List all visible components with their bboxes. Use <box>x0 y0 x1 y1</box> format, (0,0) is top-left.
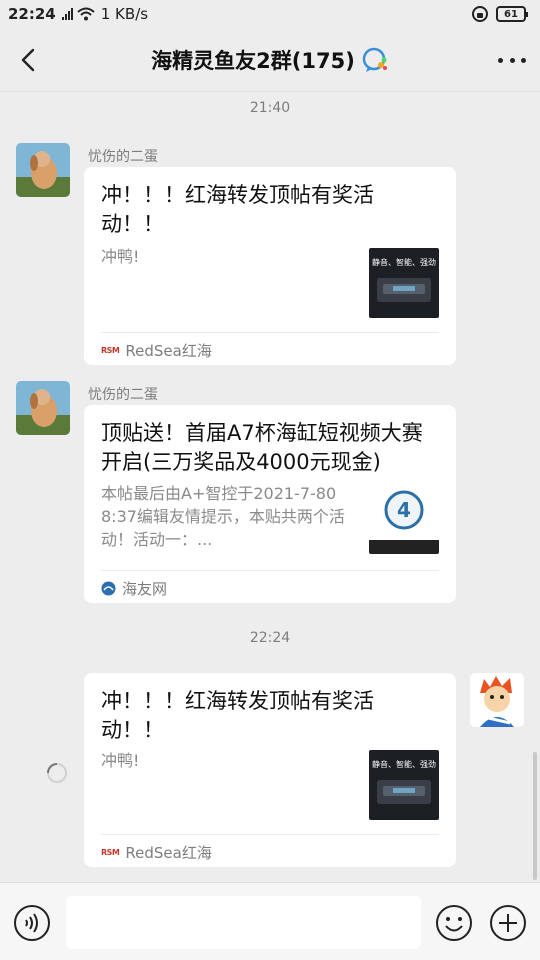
card-source: 海友网 <box>101 578 167 599</box>
card-description: 本帖最后由A+智控于2021-7-808:37编辑友情提示，本贴共两个活动！活动… <box>101 484 345 549</box>
my-avatar[interactable] <box>470 673 524 727</box>
group-chat-icon <box>362 47 387 72</box>
card-description: 冲鸭! <box>101 751 140 770</box>
sender-avatar[interactable] <box>16 381 70 435</box>
card-thumbnail: 4 <box>369 484 439 554</box>
voice-input-icon[interactable] <box>13 904 51 942</box>
chat-header: 海精灵鱼友2群(175) <box>0 28 540 92</box>
status-bar: 22:24 1 KB/s 61 <box>0 0 540 28</box>
rotation-lock-icon <box>472 6 488 22</box>
message-timestamp: 21:40 <box>249 100 291 116</box>
card-source: RSM RedSea红海 <box>101 340 212 361</box>
battery-icon: 61 <box>496 6 528 22</box>
svg-text:4: 4 <box>397 498 411 522</box>
back-arrow-icon[interactable] <box>16 46 44 74</box>
network-speed: 1 KB/s <box>100 5 149 23</box>
group-name: 海精灵鱼友2群(175) <box>151 48 355 73</box>
card-title: 顶贴送！首届A7杯海缸短视频大赛开启(三万奖品及4000元现金) <box>101 421 423 474</box>
thumbnail-text: 静音、智能、强劲 <box>372 760 436 769</box>
emoji-icon[interactable] <box>435 904 473 942</box>
chat-title: 海精灵鱼友2群(175) <box>151 45 389 75</box>
message-input[interactable] <box>66 896 421 949</box>
signal-icon <box>61 8 73 20</box>
more-functions-plus-icon[interactable] <box>489 904 527 942</box>
sender-name: 忧伤的二蛋 <box>88 387 158 403</box>
redsea-logo-icon: RSM <box>101 848 120 857</box>
wifi-icon <box>77 7 95 21</box>
link-card[interactable]: 顶贴送！首届A7杯海缸短视频大赛开启(三万奖品及4000元现金) 本帖最后由A+… <box>84 405 456 603</box>
battery-level: 61 <box>504 8 518 20</box>
sender-avatar[interactable] <box>16 143 70 197</box>
source-name: RedSea红海 <box>125 342 212 360</box>
redsea-logo-icon: RSM <box>101 346 120 355</box>
card-thumbnail: 静音、智能、强劲 <box>369 248 439 318</box>
card-title: 冲！！！红海转发顶帖有奖活动！！ <box>101 183 374 236</box>
link-card[interactable]: 冲！！！红海转发顶帖有奖活动！！ 冲鸭! 静音、智能、强劲 RSM RedSea… <box>84 167 456 365</box>
scrollbar[interactable] <box>533 752 537 880</box>
message-input-bar <box>0 882 540 960</box>
status-time: 22:24 <box>8 5 56 23</box>
sending-spinner-icon <box>47 763 67 783</box>
source-name: RedSea红海 <box>125 844 212 862</box>
chat-messages: 21:40 忧伤的二蛋 冲！！！红海转发顶帖有奖活动！！ 冲鸭! 静音、智能、强… <box>0 92 540 882</box>
more-options-button[interactable] <box>498 48 526 72</box>
sender-name: 忧伤的二蛋 <box>88 149 158 165</box>
card-title: 冲！！！红海转发顶帖有奖活动！！ <box>101 689 374 742</box>
message-timestamp: 22:24 <box>249 630 291 646</box>
card-source: RSM RedSea红海 <box>101 842 212 863</box>
card-description: 冲鸭! <box>101 247 140 266</box>
thumbnail-text: 静音、智能、强劲 <box>372 258 436 267</box>
card-thumbnail: 静音、智能、强劲 <box>369 750 439 820</box>
haiyou-logo-icon <box>101 581 116 596</box>
link-card[interactable]: 冲！！！红海转发顶帖有奖活动！！ 冲鸭! 静音、智能、强劲 RSM RedSea… <box>84 673 456 867</box>
source-name: 海友网 <box>122 580 168 598</box>
